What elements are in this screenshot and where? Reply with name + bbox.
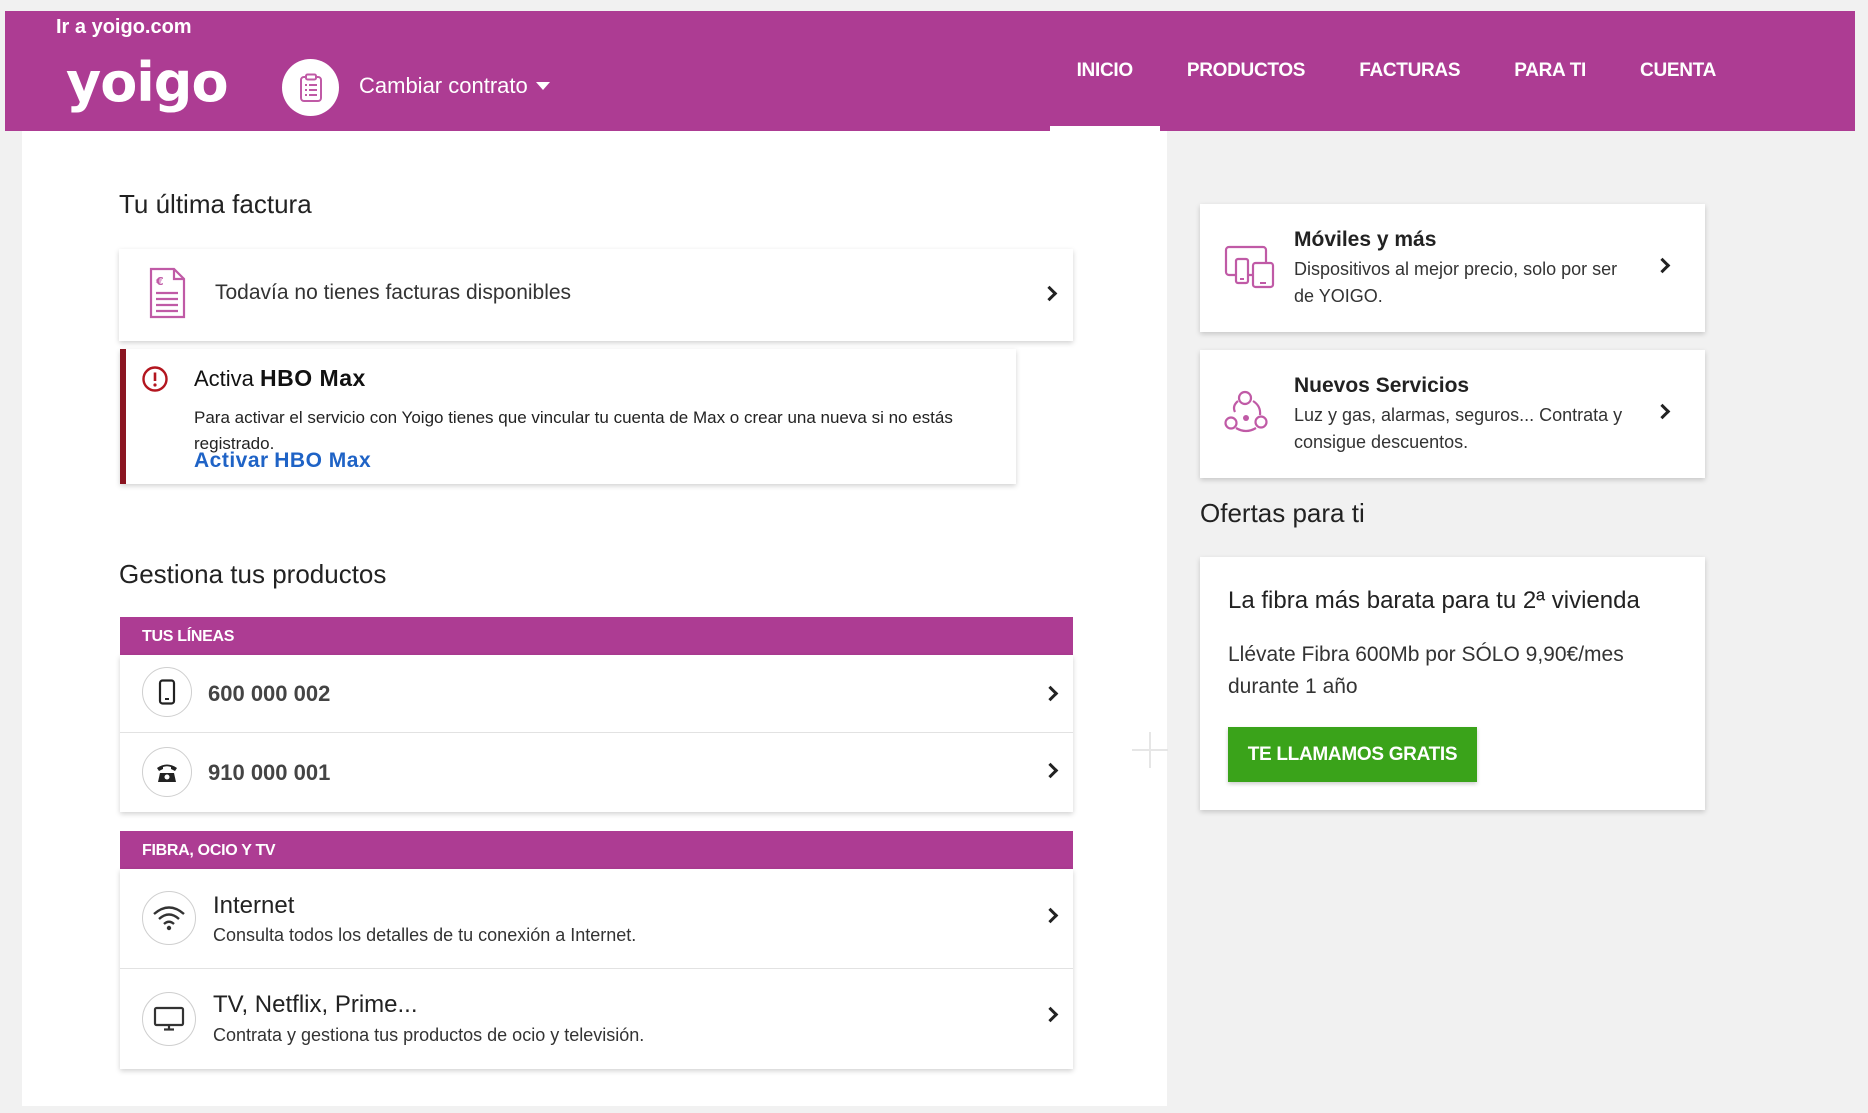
chevron-right-icon bbox=[1042, 1006, 1059, 1023]
lines-group-header: TUS LÍNEAS bbox=[120, 617, 1073, 655]
clipboard-icon bbox=[299, 73, 322, 102]
invoice-document-icon: € bbox=[149, 267, 186, 319]
nav-facturas[interactable]: FACTURAS bbox=[1332, 11, 1487, 131]
landline-phone-icon bbox=[142, 747, 192, 797]
nav-inicio[interactable]: INICIO bbox=[1049, 11, 1161, 131]
activate-hbo-link[interactable]: Activar HBO Max bbox=[194, 449, 371, 473]
nav-productos[interactable]: PRODUCTOS bbox=[1160, 11, 1332, 131]
line-number: 600 000 002 bbox=[208, 681, 331, 706]
invoice-message: Todavía no tienes facturas disponibles bbox=[215, 281, 572, 304]
tv-icon bbox=[142, 992, 196, 1046]
plus-decoration-icon bbox=[1132, 732, 1168, 768]
chevron-right-icon bbox=[1041, 285, 1058, 302]
fibra-list: Internet Consulta todos los detalles de … bbox=[120, 869, 1073, 1069]
hbo-title-prefix: Activa bbox=[194, 366, 254, 391]
invoice-card[interactable]: € Todavía no tienes facturas disponibles bbox=[119, 249, 1073, 341]
wifi-icon bbox=[142, 891, 196, 945]
chevron-right-icon bbox=[1042, 685, 1059, 702]
offers-title: Ofertas para ti bbox=[1200, 498, 1365, 528]
alert-circle-icon bbox=[142, 366, 168, 392]
servicios-title: Nuevos Servicios bbox=[1294, 374, 1470, 397]
mobile-phone-icon bbox=[142, 667, 192, 717]
hbo-title-brand: HBO Max bbox=[260, 365, 366, 391]
main-nav: INICIO PRODUCTOS FACTURAS PARA TI CUENTA bbox=[1049, 11, 1743, 131]
lines-list: 600 000 002 910 000 001 bbox=[120, 655, 1073, 812]
yoigo-logo[interactable]: yoigo bbox=[66, 56, 229, 110]
moviles-title: Móviles y más bbox=[1294, 228, 1437, 251]
line-row-landline[interactable]: 910 000 001 bbox=[120, 733, 1073, 812]
manage-products-title: Gestiona tus productos bbox=[119, 559, 387, 589]
line-row-mobile[interactable]: 600 000 002 bbox=[120, 655, 1073, 733]
servicios-description: Luz y gas, alarmas, seguros... Contrata … bbox=[1294, 405, 1623, 452]
change-contract-dropdown[interactable]: Cambiar contrato bbox=[359, 73, 550, 99]
offer-description: Llévate Fibra 600Mb por SÓLO 9,90€/mes d… bbox=[1228, 643, 1624, 698]
tv-subtitle: Contrata y gestiona tus productos de oci… bbox=[213, 1025, 645, 1045]
tv-title: TV, Netflix, Prime... bbox=[213, 991, 418, 1018]
offer-card: La fibra más barata para tu 2ª vivienda … bbox=[1200, 557, 1705, 810]
call-me-free-button[interactable]: TE LLAMAMOS GRATIS bbox=[1228, 727, 1477, 782]
internet-subtitle: Consulta todos los detalles de tu conexi… bbox=[213, 925, 637, 945]
devices-icon bbox=[1224, 245, 1275, 289]
line-number: 910 000 001 bbox=[208, 760, 331, 785]
services-network-icon bbox=[1224, 390, 1268, 433]
chevron-right-icon bbox=[1042, 907, 1059, 924]
change-contract-label: Cambiar contrato bbox=[359, 73, 528, 98]
chevron-right-icon bbox=[1654, 403, 1671, 420]
chevron-right-icon bbox=[1042, 762, 1059, 779]
activate-hbo-prefix: Activar bbox=[194, 449, 269, 472]
hbo-title: Activa HBO Max bbox=[194, 365, 366, 392]
activate-hbo-brand: HBO Max bbox=[274, 449, 372, 472]
internet-title: Internet bbox=[213, 892, 295, 919]
last-invoice-title: Tu última factura bbox=[119, 189, 312, 219]
tv-row[interactable]: TV, Netflix, Prime... Contrata y gestion… bbox=[120, 969, 1073, 1069]
offer-title: La fibra más barata para tu 2ª vivienda bbox=[1228, 587, 1640, 614]
fibra-group-header: FIBRA, OCIO Y TV bbox=[120, 831, 1073, 869]
hbo-alert-card: Activa HBO Max Para activar el servicio … bbox=[120, 349, 1016, 484]
nav-para-ti[interactable]: PARA TI bbox=[1487, 11, 1613, 131]
nav-cuenta[interactable]: CUENTA bbox=[1613, 11, 1743, 131]
moviles-description: Dispositivos al mejor precio, solo por s… bbox=[1294, 259, 1618, 306]
contract-button[interactable] bbox=[282, 59, 339, 116]
top-header: Ir a yoigo.com yoigo Cambiar contrato IN… bbox=[5, 11, 1855, 131]
nuevos-servicios-card[interactable]: Nuevos Servicios Luz y gas, alarmas, seg… bbox=[1200, 350, 1705, 478]
moviles-card[interactable]: Móviles y más Dispositivos al mejor prec… bbox=[1200, 204, 1705, 332]
internet-row[interactable]: Internet Consulta todos los detalles de … bbox=[120, 869, 1073, 969]
goto-yoigo-link[interactable]: Ir a yoigo.com bbox=[56, 16, 192, 39]
main-content: Tu última factura € Todavía no tienes fa… bbox=[22, 131, 1167, 1106]
chevron-right-icon bbox=[1654, 257, 1671, 274]
chevron-down-icon bbox=[535, 82, 550, 90]
svg-text:€: € bbox=[155, 275, 164, 288]
